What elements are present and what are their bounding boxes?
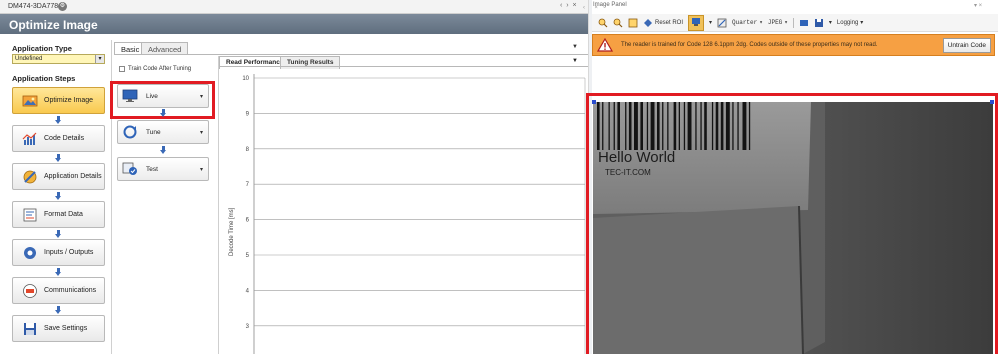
step-save-settings[interactable]: Save Settings	[12, 315, 105, 342]
step-label: Save Settings	[44, 325, 88, 332]
format-select[interactable]: JPEG ▾	[768, 19, 788, 26]
warning-icon	[597, 38, 613, 52]
tune-icon	[123, 125, 137, 139]
panel-nav-icons[interactable]: ‹ › ×	[560, 2, 578, 9]
action-label: Test	[146, 165, 158, 173]
y-tick-label: 6	[246, 218, 250, 224]
step-code-details[interactable]: Code Details	[12, 125, 105, 152]
action-label: Tune	[146, 128, 161, 136]
dropdown-arrow-icon[interactable]: ▾	[200, 166, 203, 173]
format-value: JPEG	[767, 19, 783, 26]
zoom-out-icon[interactable]	[613, 18, 623, 28]
application-type-label: Application Type	[12, 44, 72, 53]
tab-divider	[114, 54, 588, 55]
banner-text: The reader is trained for Code 128 6.1pp…	[621, 42, 878, 48]
dropdown-arrow-icon[interactable]: ▾	[829, 19, 832, 26]
photo-icon	[22, 95, 38, 106]
image-panel-title: Image Panel	[593, 2, 627, 8]
step-label: Optimize Image	[44, 97, 94, 104]
chart-menu-arrow-icon[interactable]: ▼	[572, 58, 578, 64]
page-title: Optimize Image	[9, 18, 98, 32]
reset-roi-button[interactable]: Reset ROI	[643, 18, 683, 28]
step-arrow-icon	[55, 116, 61, 124]
step-label: Application Details	[44, 173, 102, 180]
training-warning-banner: The reader is trained for Code 128 6.1pp…	[592, 34, 995, 56]
image-panel-window-controls[interactable]: ▾ ×	[974, 2, 982, 9]
device-settings-icon[interactable]: ⚙	[58, 2, 67, 11]
image-highlight-frame	[586, 93, 998, 354]
network-icon	[23, 283, 37, 298]
logging-button[interactable]: Logging ▾	[836, 19, 863, 27]
panel-menu-arrow-icon[interactable]: ▼	[572, 44, 578, 50]
live-view-toggle[interactable]	[688, 14, 705, 31]
roi-handle[interactable]	[592, 100, 596, 104]
y-tick-label: 7	[246, 182, 250, 188]
tune-button[interactable]: Tune ▾	[117, 120, 209, 144]
floppy-icon	[24, 322, 36, 335]
dropdown-arrow-icon[interactable]: ▾	[200, 129, 203, 136]
logging-label: Logging	[836, 19, 859, 26]
chart-icon	[22, 132, 37, 145]
y-tick-label: 5	[246, 253, 250, 259]
train-code-label: Train Code After Tuning	[128, 66, 192, 72]
monitor-icon	[692, 17, 701, 26]
device-bar	[0, 0, 588, 14]
test-icon	[122, 162, 137, 175]
application-steps-label: Application Steps	[12, 74, 76, 83]
y-tick-label: 3	[246, 324, 250, 330]
quality-select[interactable]: Quarter ▾	[732, 19, 763, 26]
y-tick-label: 10	[242, 76, 249, 82]
untrain-code-button[interactable]: Untrain Code	[942, 37, 991, 53]
y-axis-label: Decode Time [ms]	[229, 207, 235, 256]
toolbar-separator	[792, 17, 794, 28]
save-image-icon[interactable]	[814, 18, 824, 28]
reset-roi-label: Reset ROI	[655, 19, 684, 26]
dropdown-arrow-icon[interactable]: ▾	[95, 55, 104, 63]
quality-value: Quarter	[732, 19, 758, 26]
step-arrow-icon	[55, 268, 61, 276]
y-tick-label: 8	[246, 147, 250, 153]
y-tick-label: 4	[246, 288, 250, 294]
step-communications[interactable]: Communications	[12, 277, 105, 304]
roi-handle[interactable]	[990, 100, 994, 104]
step-label: Inputs / Outputs	[44, 249, 94, 256]
reset-roi-icon	[644, 18, 652, 27]
step-application-details[interactable]: Application Details	[12, 163, 105, 190]
io-gear-icon	[24, 246, 36, 259]
decode-time-chart: 10 9 8 7 6 5 4 3 Decode Time [ms]	[229, 74, 586, 354]
y-tick-label: 9	[246, 111, 250, 117]
device-name[interactable]: DM474-3DA778	[8, 3, 58, 10]
step-arrow-icon	[55, 230, 61, 238]
step-arrow-icon	[55, 306, 61, 314]
step-optimize-image[interactable]: Optimize Image	[12, 87, 105, 114]
flip-icon[interactable]	[799, 18, 809, 28]
zoom-in-icon[interactable]	[598, 18, 608, 28]
format-icon	[23, 208, 37, 221]
image-toolbar: Reset ROI ▾ Quarter ▾ JPEG ▾ ▾ Logging ▾	[592, 14, 998, 32]
train-code-checkbox[interactable]	[119, 66, 125, 72]
step-label: Format Data	[44, 211, 83, 218]
step-label: Communications	[44, 287, 97, 294]
application-type-select[interactable]: Undefined	[12, 54, 105, 64]
step-arrow-icon	[55, 192, 61, 200]
action-arrow-icon	[160, 109, 166, 117]
step-format-data[interactable]: Format Data	[12, 201, 105, 228]
zoom-fit-icon[interactable]	[628, 18, 638, 28]
action-arrow-icon	[160, 146, 166, 154]
step-inputs-outputs[interactable]: Inputs / Outputs	[12, 239, 105, 266]
test-button[interactable]: Test ▾	[117, 157, 209, 181]
tools-icon	[23, 170, 37, 183]
dropdown-arrow-icon[interactable]: ▾	[709, 19, 712, 26]
image-settings-icon[interactable]	[717, 18, 727, 28]
step-arrow-icon	[55, 154, 61, 162]
step-label: Code Details	[44, 135, 85, 142]
